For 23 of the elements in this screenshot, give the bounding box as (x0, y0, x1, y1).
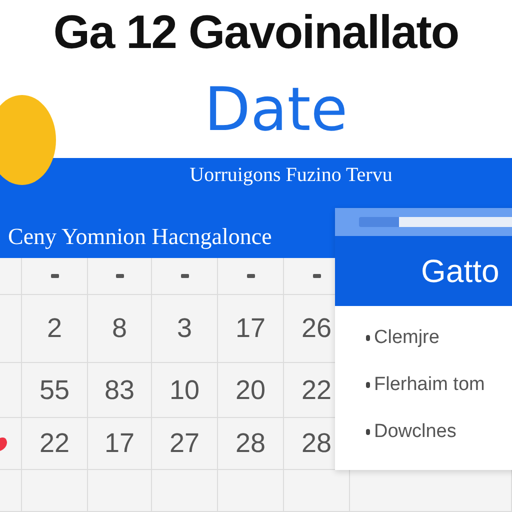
date-number[interactable]: 22 (39, 428, 70, 459)
menu-item[interactable]: Flerhaim tom (374, 374, 485, 396)
app-title: Ga 12 Gavoinallato (53, 4, 459, 58)
date-number[interactable]: 22 (301, 374, 332, 406)
date-number[interactable]: 26 (301, 313, 332, 344)
date-number[interactable]: 28 (235, 428, 266, 459)
menu-item[interactable]: Dowclnes (374, 421, 456, 444)
date-number[interactable]: 17 (104, 428, 135, 459)
date-number[interactable]: 83 (104, 374, 135, 406)
date-number[interactable]: 28 (301, 428, 332, 459)
date-number[interactable]: 55 (39, 374, 70, 406)
date-number[interactable]: 2 (46, 313, 62, 344)
page-heading: Date (203, 75, 348, 145)
date-number[interactable]: 27 (169, 428, 200, 459)
menu-item[interactable]: Clemjre (374, 326, 440, 349)
date-number[interactable]: 17 (235, 313, 266, 344)
date-number[interactable]: 3 (176, 313, 192, 344)
date-number[interactable]: 10 (169, 374, 200, 406)
date-number[interactable]: 8 (112, 313, 128, 344)
banner-text: Ceny Yomnion Hacngalonce (7, 224, 273, 250)
banner-subtitle: Uorruigons Fuzino Tervu (188, 164, 392, 187)
date-number[interactable]: 20 (235, 374, 266, 406)
panel-title: Gatto (421, 252, 500, 290)
